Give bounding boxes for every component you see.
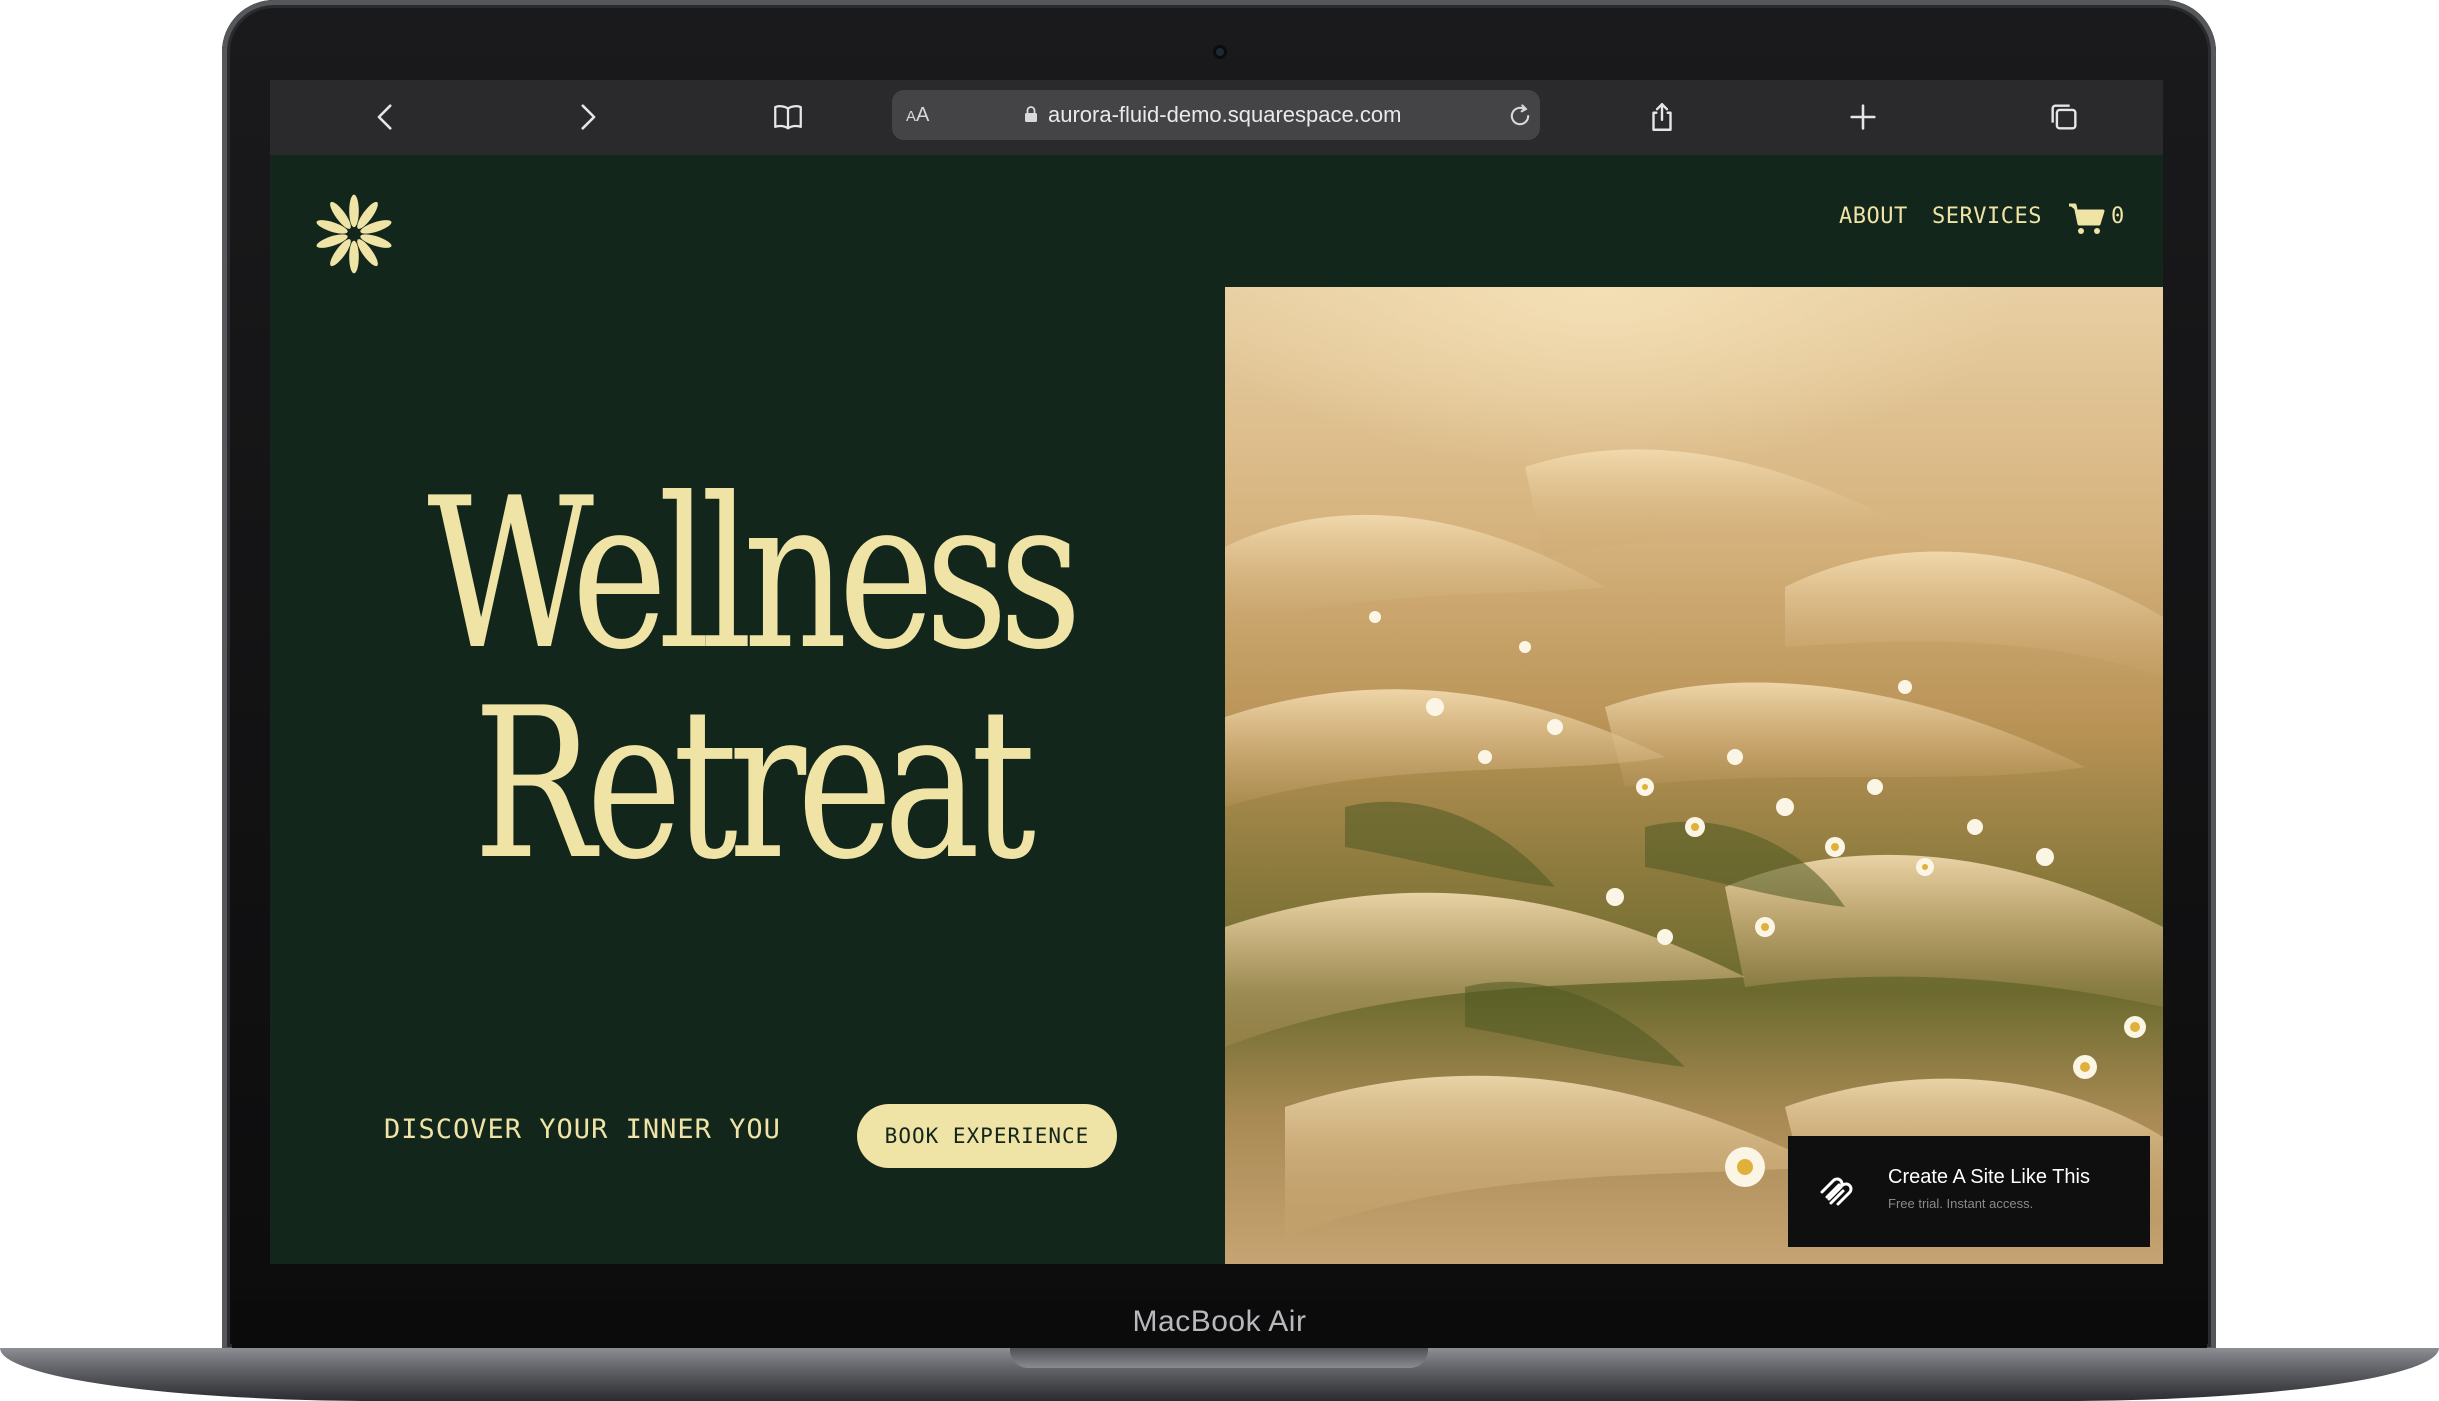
- browser-toolbar: AA aurora-fluid-demo.squarespace.com: [270, 80, 2163, 155]
- meadow-photo: [1225, 449, 2163, 1237]
- back-icon[interactable]: [366, 97, 406, 137]
- hero-image: [1225, 287, 2163, 1264]
- bookmarks-icon[interactable]: [768, 97, 808, 137]
- nav-services[interactable]: SERVICES: [1932, 204, 2042, 229]
- flower-logo-icon[interactable]: [306, 186, 402, 282]
- cart-icon[interactable]: [2068, 202, 2106, 236]
- camera-icon: [1213, 45, 1227, 59]
- device-label: MacBook Air: [1132, 1305, 1307, 1338]
- create-site-badge[interactable]: Create A Site Like This Free trial. Inst…: [1788, 1136, 2150, 1247]
- lock-icon: [1025, 106, 1037, 122]
- nav-about[interactable]: ABOUT: [1839, 204, 1908, 229]
- squarespace-logo-icon: [1820, 1177, 1853, 1206]
- laptop-notch: [1010, 1348, 1428, 1368]
- screen: AA aurora-fluid-demo.squarespace.com ABO…: [270, 80, 2163, 1264]
- reload-icon[interactable]: [1506, 102, 1534, 130]
- book-experience-button[interactable]: BOOK EXPERIENCE: [857, 1104, 1117, 1168]
- address-bar[interactable]: AA aurora-fluid-demo.squarespace.com: [892, 90, 1540, 140]
- badge-subtitle: Free trial. Instant access.: [1888, 1196, 2034, 1211]
- share-icon[interactable]: [1642, 97, 1682, 137]
- hero-tagline: DISCOVER YOUR INNER YOU: [384, 1114, 781, 1145]
- forward-icon[interactable]: [567, 97, 607, 137]
- new-tab-icon[interactable]: [1843, 97, 1883, 137]
- hero-title-line-1: Wellness: [427, 454, 1082, 696]
- cart-count[interactable]: 0: [2111, 204, 2124, 229]
- reader-button[interactable]: AA: [906, 104, 929, 127]
- url-text: aurora-fluid-demo.squarespace.com: [1048, 102, 1402, 127]
- badge-title: Create A Site Like This: [1888, 1166, 2090, 1188]
- hero-title-line-2: Retreat: [473, 664, 1036, 906]
- hero-title: Wellness Retreat: [376, 470, 1125, 890]
- tabs-icon[interactable]: [2044, 97, 2084, 137]
